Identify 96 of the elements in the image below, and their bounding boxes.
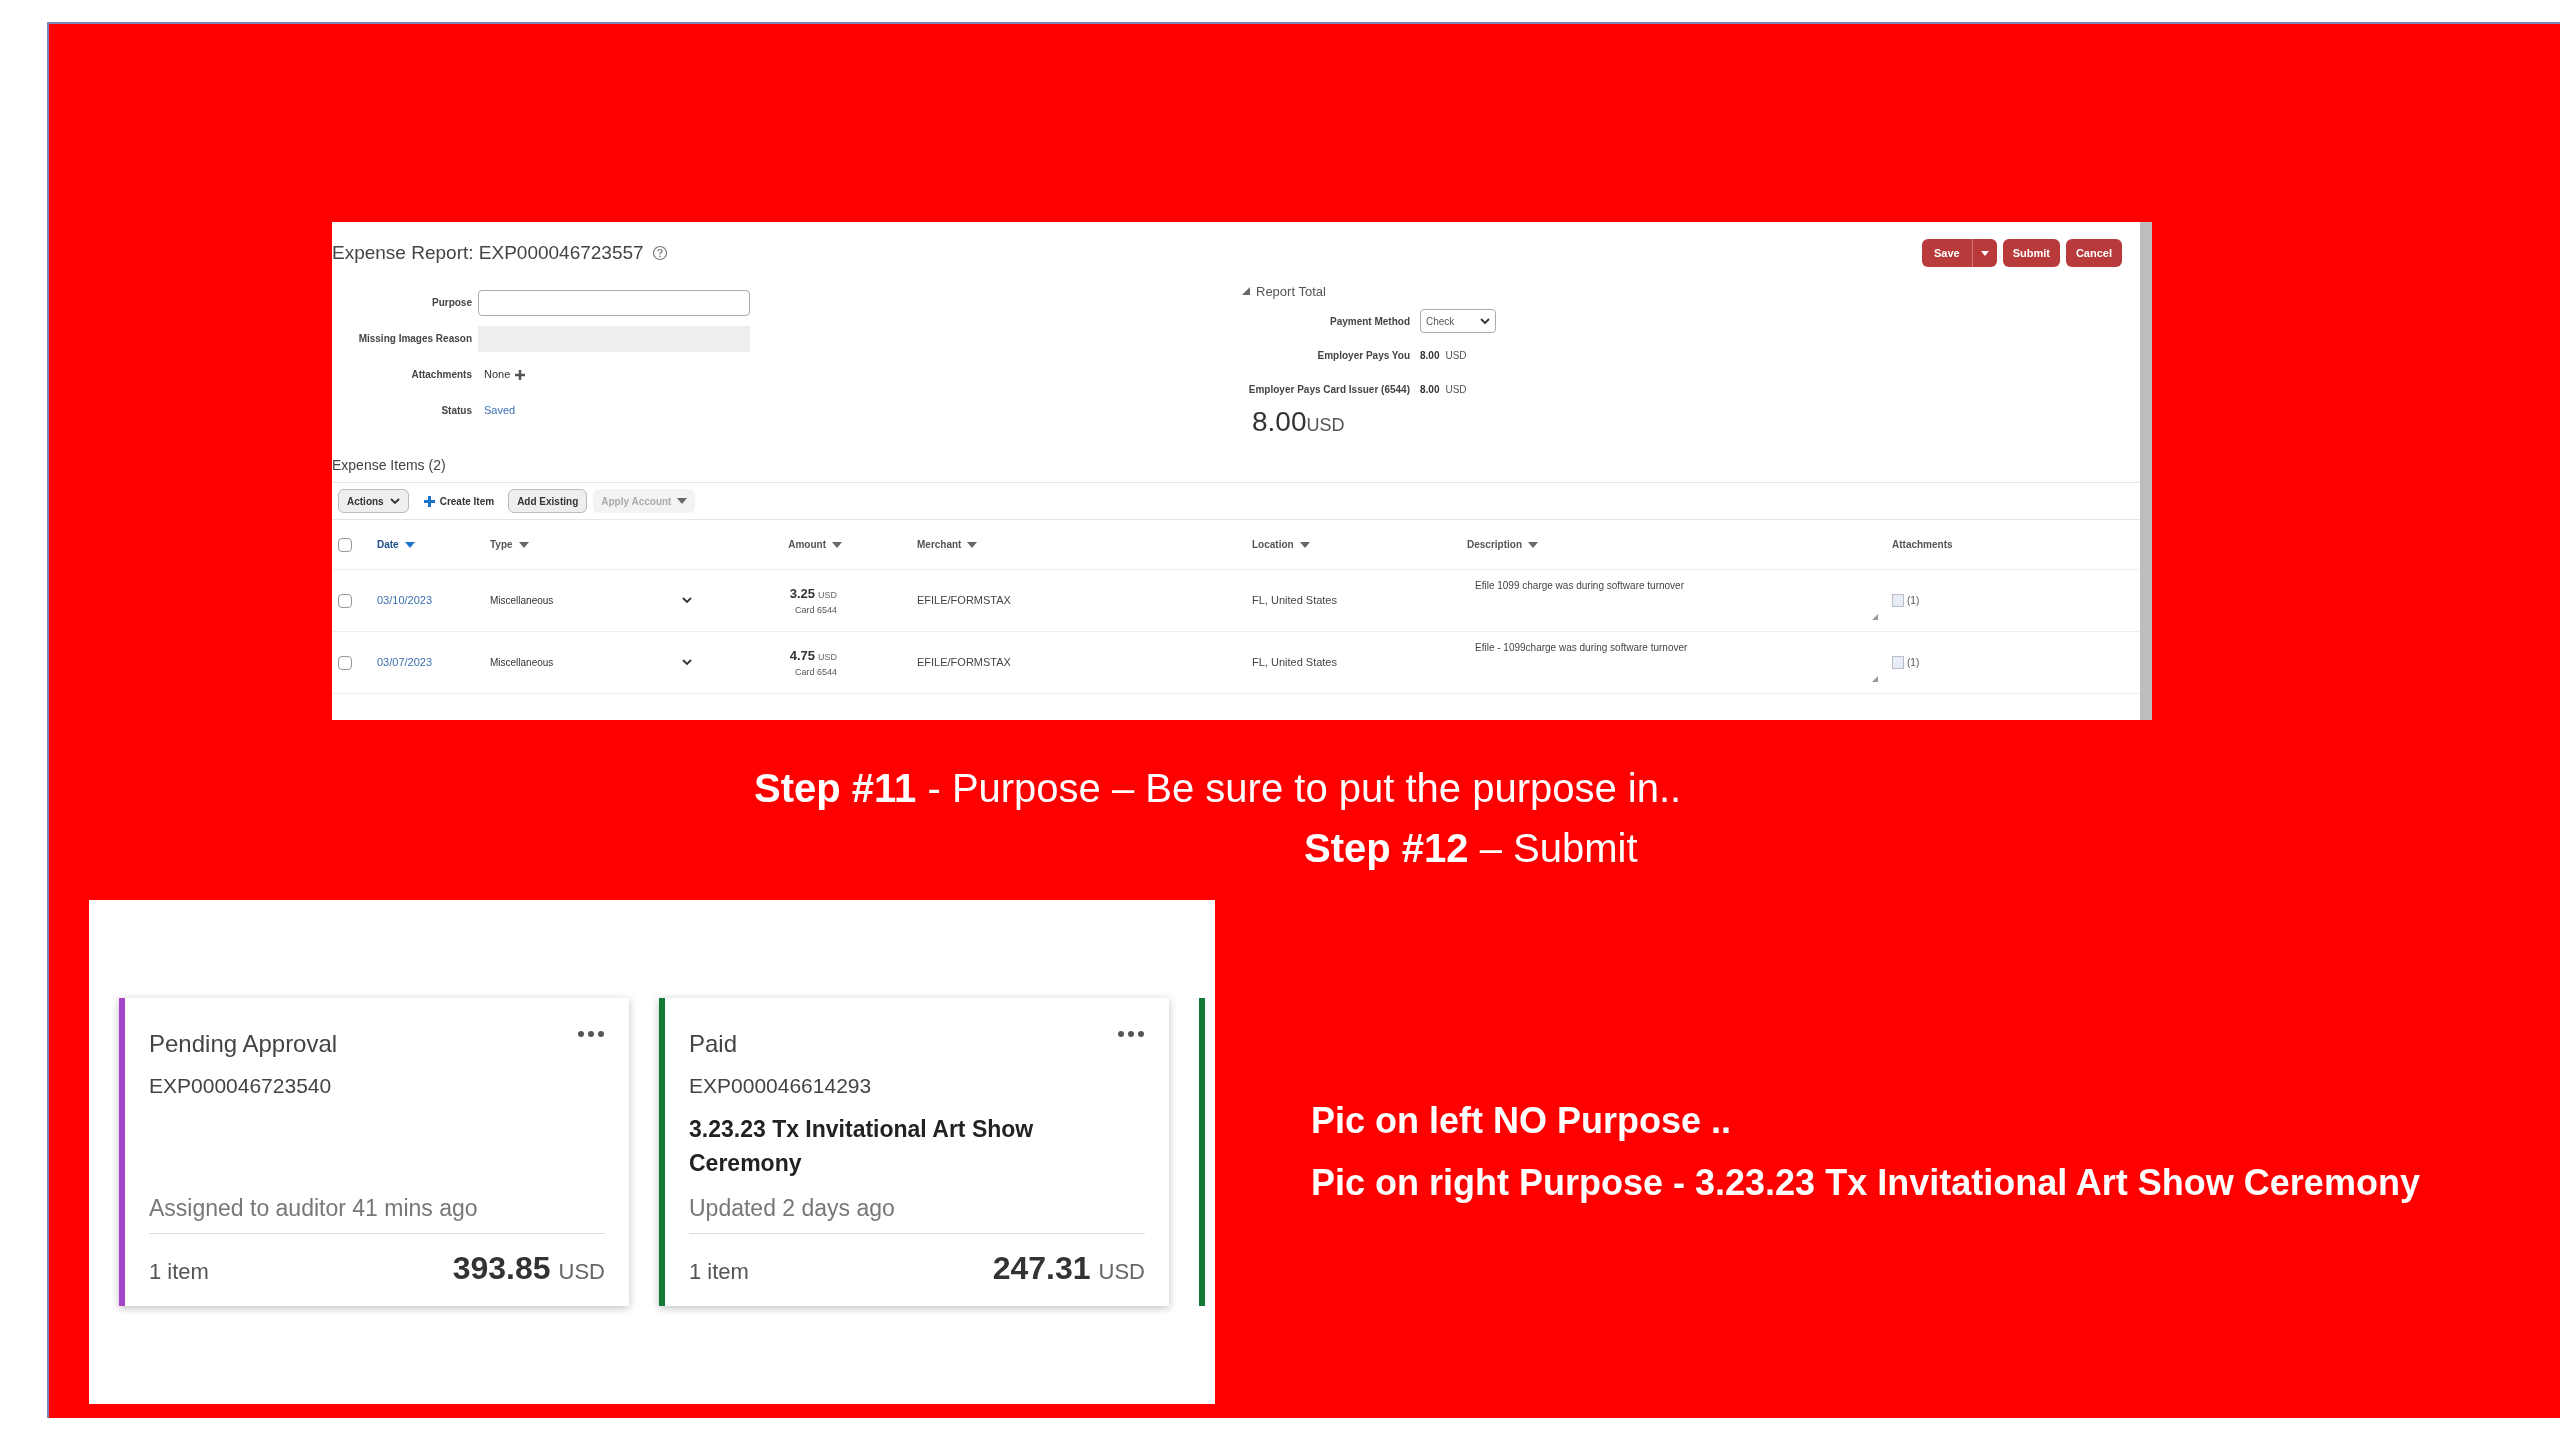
attachment-icon[interactable] — [1892, 594, 1904, 607]
field-label: Payment Method — [1329, 314, 1410, 329]
card-note: Updated 2 days ago — [689, 1190, 1145, 1234]
caret-icon — [832, 541, 842, 548]
save-button[interactable]: Save — [1921, 239, 1997, 267]
card-status: Pending Approval — [149, 1029, 338, 1059]
table-cell-text: FL, United States — [1252, 593, 1338, 609]
caret-icon — [1528, 541, 1538, 548]
note-text: Pic on right Purpose - 3.23.23 Tx Invitational Art Show Ceremony — [1311, 1161, 2420, 1205]
add-existing-button[interactable]: Add Existing — [508, 489, 588, 513]
amount-value: 8.00 — [1420, 382, 1440, 397]
add-icon[interactable] — [514, 368, 527, 381]
column-header[interactable]: Date — [377, 537, 415, 552]
resize-handle-icon[interactable] — [1872, 613, 1878, 620]
type-select[interactable]: Miscellaneous — [485, 655, 702, 670]
caret-icon — [967, 541, 978, 548]
date-link[interactable]: 03/07/2023 — [377, 654, 485, 671]
caret-icon — [518, 541, 529, 548]
report-title: Expense Report: EXP000046723557 — [332, 241, 644, 265]
collapse-icon[interactable] — [1242, 287, 1250, 296]
menu-button[interactable]: Actions — [338, 489, 409, 513]
amount-value: 8.00 — [1420, 348, 1440, 363]
more-icon[interactable] — [1117, 1030, 1145, 1038]
step-text: Step #11 - Purpose – Be sure to put the purpose in.. — [754, 765, 1683, 812]
card-label: Card 6544 — [794, 603, 837, 617]
checkbox[interactable] — [338, 537, 352, 552]
item-count: 1 item — [689, 1258, 749, 1286]
amount-value: 4.75 — [789, 647, 815, 665]
table-cell-text: FL, United States — [1252, 655, 1338, 671]
checkbox[interactable] — [338, 655, 352, 670]
currency-label: USD — [818, 589, 837, 602]
status-link[interactable]: Saved — [478, 402, 516, 419]
chevron-icon — [1480, 317, 1490, 325]
field-label: Missing Images Reason — [357, 332, 472, 346]
caret-icon — [677, 498, 688, 504]
column-header[interactable]: Description — [1467, 537, 1538, 552]
card-purpose: 3.23.23 Tx Invitational Art Show Ceremony — [689, 1114, 1035, 1178]
chevron-icon — [389, 497, 400, 505]
field-label: Attachments — [410, 368, 472, 382]
description-field[interactable]: Efile 1099 charge was during software turnover — [1467, 577, 1892, 624]
purpose-field[interactable] — [478, 289, 750, 316]
more-icon[interactable] — [577, 1030, 605, 1038]
column-header[interactable]: Attachments — [1892, 537, 1953, 552]
section-heading: Expense Items (2) — [332, 456, 447, 475]
chevron-icon — [682, 597, 692, 604]
caret-icon — [1980, 250, 1989, 256]
table-cell-text: EFILE/FORMSTAX — [916, 593, 1012, 609]
type-select[interactable]: Miscellaneous — [485, 593, 702, 608]
checkbox[interactable] — [338, 593, 352, 608]
currency-label: USD — [1445, 348, 1467, 363]
field-label: Employer Pays You — [1316, 348, 1410, 363]
help-icon[interactable] — [651, 245, 668, 262]
report-card[interactable]: Paid EXP000046614293 3.23.23 Tx Invitational Art Show Ceremony Updated 2 days ago 1 item 247.31 USD — [659, 998, 1169, 1306]
table-cell-text: EFILE/FORMSTAX — [916, 655, 1012, 671]
create-item-button[interactable]: Create Item — [414, 489, 503, 513]
attachment-count: (1) — [1907, 594, 1920, 608]
section-heading: Report Total — [1256, 282, 1326, 301]
field-value: None — [484, 367, 511, 383]
column-header[interactable]: Location — [1252, 537, 1310, 552]
action-button[interactable]: Cancel — [2065, 239, 2122, 267]
plus-icon — [422, 494, 436, 508]
currency-label: USD — [1445, 382, 1467, 397]
resize-handle-icon[interactable] — [1872, 675, 1878, 682]
card-note: Assigned to auditor 41 mins ago — [149, 1190, 605, 1234]
report-card[interactable]: Pending Approval EXP000046723540 Assigned to auditor 41 mins ago 1 item 393.85 USD — [119, 998, 629, 1306]
field-label: Status — [440, 404, 472, 418]
caret-icon — [1299, 541, 1310, 548]
note-text: Pic on left NO Purpose .. — [1311, 1099, 1733, 1143]
date-link[interactable]: 03/10/2023 — [377, 592, 485, 609]
currency-label: USD — [818, 651, 837, 664]
attachment-count: (1) — [1907, 656, 1920, 670]
currency-label: USD — [1306, 414, 1345, 437]
currency-label: USD — [1098, 1258, 1145, 1286]
action-button[interactable]: Submit — [2002, 239, 2060, 267]
step-text: Step #12 – Submit — [1304, 825, 1639, 872]
item-count: 1 item — [149, 1258, 209, 1286]
card-amount: 393.85 — [452, 1249, 551, 1288]
field-label: Employer Pays Card Issuer (6544) — [1247, 382, 1410, 397]
payment-method-select[interactable]: Check — [1420, 309, 1496, 333]
column-header[interactable]: Type — [490, 537, 529, 552]
card-label: Card 6544 — [794, 665, 837, 679]
report-number: EXP000046723540 — [149, 1073, 333, 1099]
card-status: Paid — [689, 1029, 738, 1059]
report-number: EXP000046614293 — [689, 1073, 873, 1099]
description-field[interactable]: Efile - 1099charge was during software turnover — [1467, 639, 1892, 686]
caret-icon — [404, 541, 415, 548]
amount-value: 3.25 — [789, 585, 815, 603]
report-total: 8.00 — [1252, 405, 1307, 439]
scrollbar[interactable] — [2140, 222, 2152, 720]
attachment-icon[interactable] — [1892, 656, 1904, 669]
card-amount: 247.31 — [992, 1249, 1091, 1288]
currency-label: USD — [558, 1258, 605, 1286]
column-header[interactable]: Merchant — [917, 537, 978, 552]
chevron-icon — [682, 659, 692, 666]
field-label: Purpose — [431, 296, 472, 310]
column-header[interactable]: Amount — [788, 537, 842, 552]
